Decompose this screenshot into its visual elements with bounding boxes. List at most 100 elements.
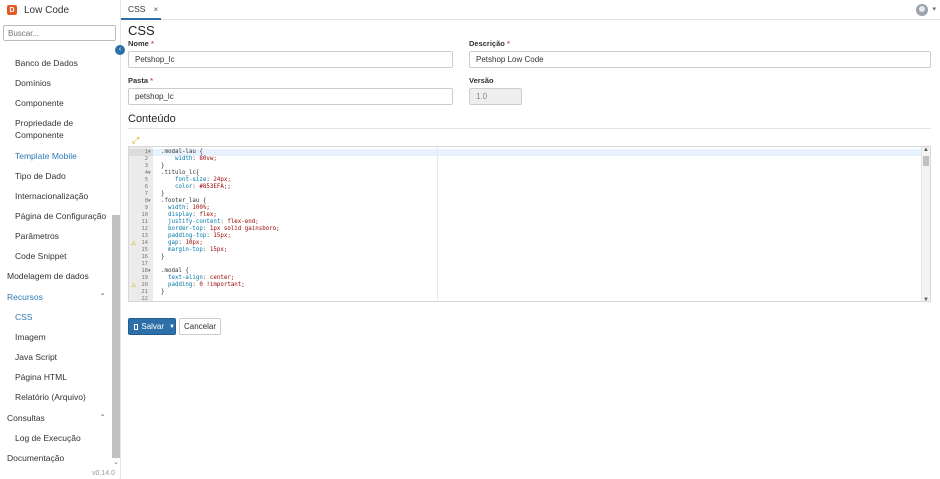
sidebar-item-relatorio-arquivo[interactable]: Relatório (Arquivo): [0, 391, 112, 403]
fold-toggle-icon[interactable]: ▼: [147, 268, 929, 273]
page-title: CSS: [128, 23, 155, 38]
code-line[interactable]: padding: 0 !important;: [161, 282, 245, 289]
sidebar-group-consultas-label: Consultas: [7, 413, 45, 423]
warning-icon: ⚠: [131, 241, 137, 247]
section-divider: [128, 128, 931, 129]
tab-close-icon[interactable]: ×: [153, 5, 158, 14]
line-number: 9: [144, 205, 148, 211]
code-line[interactable]: text-align: center;: [161, 275, 234, 282]
versao-label: Versão: [469, 76, 494, 85]
sidebar-item-dominios[interactable]: Domínios: [0, 77, 112, 89]
descricao-label: Descrição *: [469, 39, 510, 48]
user-menu-caret-icon[interactable]: ▾: [932, 5, 936, 13]
line-number: 21: [141, 289, 148, 295]
sidebar-item-modelagem-de-dados[interactable]: Modelagem de dados: [0, 270, 112, 282]
save-button[interactable]: Salvar ▼: [128, 318, 176, 335]
code-line[interactable]: padding-top: 15px;: [161, 233, 231, 240]
nome-input[interactable]: [128, 51, 453, 68]
user-avatar[interactable]: [916, 4, 928, 16]
line-number: 13: [141, 233, 148, 239]
editor-scrollbar[interactable]: ▲ ▼: [921, 147, 930, 301]
sidebar-item-banco-de-dados[interactable]: Banco de Dados: [0, 57, 112, 69]
line-number: 19: [141, 275, 148, 281]
sidebar-item-componente[interactable]: Componente: [0, 97, 112, 109]
fold-toggle-icon[interactable]: ▼: [147, 198, 929, 203]
pasta-required-mark: *: [150, 76, 154, 85]
cancel-button[interactable]: Cancelar: [179, 318, 221, 335]
code-line[interactable]: }: [161, 254, 165, 261]
sidebar-group-recursos-label: Recursos: [7, 292, 43, 302]
code-line[interactable]: .modal-lau {: [161, 149, 203, 156]
save-button-label: Salvar: [141, 322, 165, 331]
code-editor[interactable]: 1 ▼ 2 3 4 ▼ 5 6 7 8 ▼ 9 10 11 12 13 14 ⚠ 15 16 17 18 ▼ 19 20 ⚠ 21 2…: [128, 146, 931, 302]
pasta-label-text: Pasta: [128, 76, 149, 85]
sidebar-item-css[interactable]: CSS: [0, 311, 112, 323]
line-number: 6: [144, 184, 148, 190]
line-number: 7: [144, 191, 148, 197]
line-number: 10: [141, 212, 148, 218]
line-number: 16: [141, 254, 148, 260]
sidebar-item-pagina-de-configuracao[interactable]: Página de Configuração: [0, 210, 112, 222]
versao-input: [469, 88, 522, 105]
fold-toggle-icon[interactable]: ▼: [147, 170, 929, 175]
code-line[interactable]: width: 100%;: [161, 205, 210, 212]
sidebar-item-propriedade-de-componente[interactable]: Propriedade de: [0, 117, 112, 129]
sidebar-item-code-snippet[interactable]: Code Snippet: [0, 250, 112, 262]
brand[interactable]: D Low Code: [0, 0, 120, 20]
code-line[interactable]: .titulo_lc{: [161, 170, 199, 177]
tab-css[interactable]: CSS ×: [121, 0, 161, 20]
editor-scroll-down-icon[interactable]: ▼: [922, 297, 930, 301]
code-line[interactable]: display: flex;: [161, 212, 217, 219]
code-line[interactable]: width: 80vw;: [161, 156, 217, 163]
sidebar-item-internacionalizacao[interactable]: Internacionalização: [0, 190, 112, 202]
sidebar-scrollbar[interactable]: [112, 215, 120, 458]
code-line[interactable]: justify-content: flex-end;: [161, 219, 259, 226]
sidebar-item-java-script[interactable]: Java Script: [0, 351, 112, 363]
code-line[interactable]: border-top: 1px solid gainsboro;: [161, 226, 280, 233]
code-line[interactable]: .footer_lau {: [161, 198, 206, 205]
sidebar-item-pagina-html[interactable]: Página HTML: [0, 371, 112, 383]
code-line[interactable]: color: #853EFA;;: [161, 184, 231, 191]
editor-scroll-up-icon[interactable]: ▲: [922, 147, 930, 153]
app-version: v0.14.0: [92, 470, 115, 477]
sidebar-item-propriedade-de-componente-line2[interactable]: Componente: [0, 129, 112, 141]
line-number: 22: [141, 296, 148, 302]
code-line[interactable]: gap: 10px;: [161, 240, 203, 247]
sidebar-item-parametros[interactable]: Parâmetros: [0, 230, 112, 242]
code-line[interactable]: }: [161, 289, 165, 296]
line-number: 17: [141, 261, 148, 267]
top-bar: CSS × ▾: [121, 0, 940, 20]
app-root: D Low Code Banco de Dados Domínios Compo…: [0, 0, 940, 479]
sidebar-item-log-de-execucao[interactable]: Log de Execução: [0, 432, 112, 444]
descricao-input[interactable]: [469, 51, 931, 68]
main-content: CSS Nome * Descrição * Pasta * Versão Co…: [128, 20, 932, 479]
sidebar-item-tipo-de-dado[interactable]: Tipo de Dado: [0, 170, 112, 182]
sidebar-item-imagem[interactable]: Imagem: [0, 331, 112, 343]
versao-label-text: Versão: [469, 76, 494, 85]
pasta-input[interactable]: [128, 88, 453, 105]
code-line[interactable]: margin-top: 15px;: [161, 247, 227, 254]
save-dropdown-caret-icon[interactable]: ▼: [169, 324, 175, 330]
descricao-label-text: Descrição: [469, 39, 505, 48]
app-name: Low Code: [24, 4, 70, 16]
fold-toggle-icon[interactable]: ▼: [147, 149, 929, 154]
sidebar: D Low Code Banco de Dados Domínios Compo…: [0, 0, 121, 479]
sidebar-group-recursos[interactable]: Recursos ⌃: [0, 291, 112, 303]
sidebar-item-documentacao[interactable]: Documentação: [0, 452, 112, 464]
sidebar-collapse-icon[interactable]: ‹: [115, 45, 125, 55]
warning-icon: ⚠: [131, 283, 137, 289]
sidebar-search-input[interactable]: [3, 25, 116, 41]
expand-editor-icon[interactable]: ⤢: [132, 135, 139, 146]
code-line[interactable]: }: [161, 191, 165, 198]
editor-scroll-thumb[interactable]: [923, 156, 929, 166]
nome-label-text: Nome: [128, 39, 149, 48]
line-number: 11: [141, 219, 148, 225]
code-line[interactable]: font-size: 24px;: [161, 177, 231, 184]
code-line[interactable]: }: [161, 163, 165, 170]
sidebar-group-consultas[interactable]: Consultas ⌃: [0, 412, 112, 424]
sidebar-scroll-down-icon[interactable]: ⌄: [112, 458, 120, 466]
code-line[interactable]: .modal {: [161, 268, 189, 275]
nome-required-mark: *: [150, 39, 154, 48]
sidebar-item-template-mobile[interactable]: Template Mobile: [0, 150, 112, 162]
tab-css-label: CSS: [128, 4, 146, 14]
